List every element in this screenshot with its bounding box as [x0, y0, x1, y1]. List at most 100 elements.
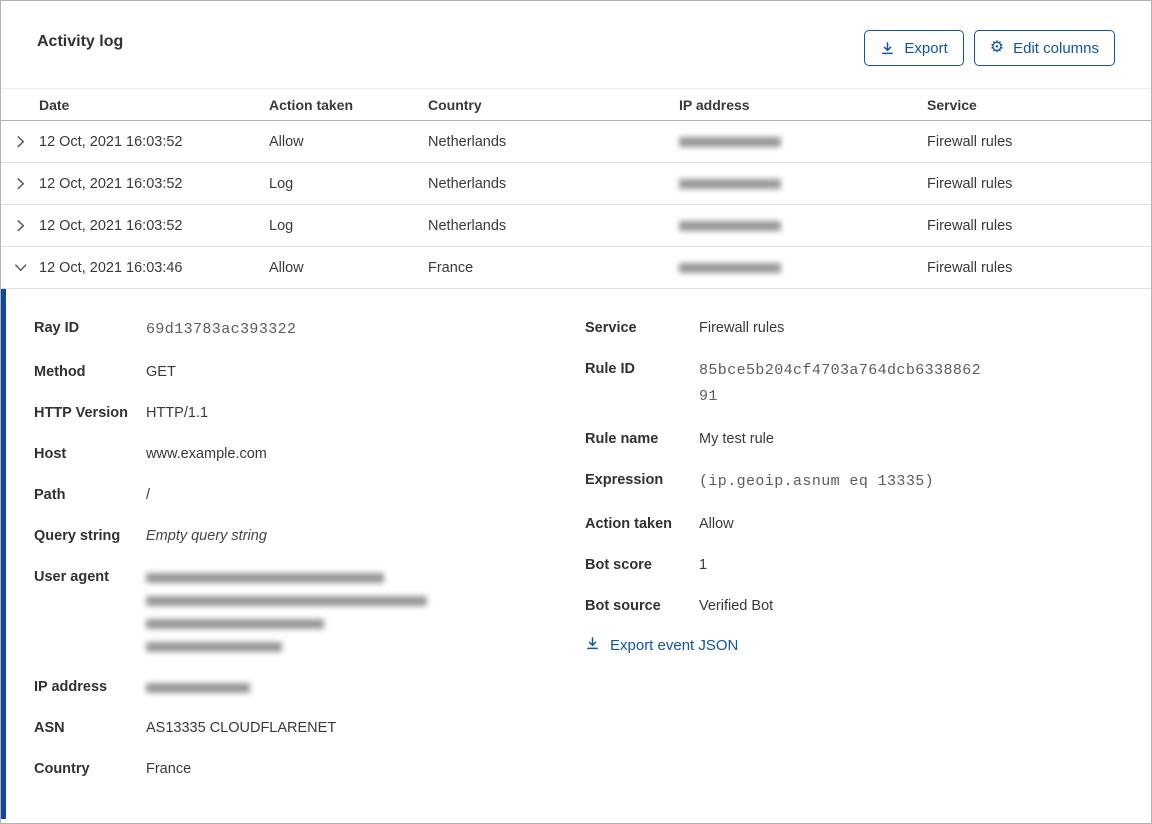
export-event-json-label: Export event JSON [610, 637, 739, 654]
row-country: Netherlands [428, 175, 507, 192]
row-date: 12 Oct, 2021 16:03:46 [39, 259, 183, 276]
detail-label: Rule name [585, 431, 659, 447]
row-service: Firewall rules [927, 259, 1013, 276]
detail-label: Path [34, 487, 66, 503]
detail-row: Rule ID 85bce5b204cf4703a764dcb633886291 [585, 358, 1121, 410]
detail-value: / [146, 487, 151, 503]
row-expander[interactable] [1, 176, 39, 191]
detail-label: Service [585, 320, 637, 336]
column-header-service: Service [927, 96, 977, 113]
detail-row: Method GET [34, 361, 585, 384]
chevron-right-icon[interactable] [13, 218, 28, 233]
detail-row: Ray ID 69d13783ac393322 [34, 317, 585, 343]
detail-value-redacted [146, 566, 427, 658]
redacted-text-line [146, 635, 427, 658]
page-title: Activity log [37, 33, 124, 50]
column-header-date: Date [39, 96, 70, 113]
export-event-json-link[interactable]: Export event JSON [585, 636, 738, 655]
row-action: Log [269, 175, 294, 192]
activity-log-panel: Activity log Export ⚙ Edit columns Date … [0, 0, 1152, 824]
detail-label: Host [34, 446, 67, 462]
detail-value: France [146, 761, 192, 777]
detail-label: Query string [34, 528, 121, 544]
row-date: 12 Oct, 2021 16:03:52 [39, 175, 183, 192]
row-country: France [428, 259, 474, 276]
detail-value: 69d13783ac393322 [146, 321, 297, 338]
column-header-ip: IP address [679, 96, 750, 113]
detail-label: Rule ID [585, 361, 635, 377]
table-row[interactable]: 12 Oct, 2021 16:03:52 Log Netherlands Fi… [1, 163, 1151, 205]
edit-columns-button[interactable]: ⚙ Edit columns [973, 30, 1115, 66]
detail-label: User agent [34, 569, 109, 585]
redacted-ip [679, 136, 781, 147]
detail-row: Rule name My test rule [585, 428, 1121, 451]
row-service: Firewall rules [927, 133, 1013, 150]
table-header: Date Action taken Country IP address Ser… [1, 88, 1151, 121]
redacted-text-line [146, 589, 427, 612]
row-action: Allow [269, 133, 304, 150]
detail-row: Path / [34, 484, 585, 507]
event-details: Ray ID 69d13783ac393322 Method GET HTTP … [1, 289, 1151, 819]
details-right-column: Service Firewall rules Rule ID 85bce5b20… [585, 317, 1121, 819]
chevron-right-icon[interactable] [13, 134, 28, 149]
detail-row: ASN AS13335 CLOUDFLARENET [34, 717, 585, 740]
detail-row: Action taken Allow [585, 513, 1121, 536]
detail-label: Bot score [585, 557, 652, 573]
redacted-text-line [146, 676, 250, 699]
toolbar: Export ⚙ Edit columns [864, 30, 1115, 66]
chevron-down-icon[interactable] [13, 260, 28, 275]
detail-label: HTTP Version [34, 405, 129, 421]
detail-row: Host www.example.com [34, 443, 585, 466]
row-date: 12 Oct, 2021 16:03:52 [39, 133, 183, 150]
detail-label: Bot source [585, 598, 661, 614]
detail-value: GET [146, 364, 176, 380]
detail-row: Bot score 1 [585, 554, 1121, 577]
detail-label: Country [34, 761, 90, 777]
detail-value: Empty query string [146, 528, 267, 544]
detail-row: IP address [34, 676, 585, 699]
detail-row: Query string Empty query string [34, 525, 585, 548]
detail-row: Service Firewall rules [585, 317, 1121, 340]
detail-row: User agent [34, 566, 585, 658]
table-row[interactable]: 12 Oct, 2021 16:03:46 Allow France Firew… [1, 247, 1151, 289]
row-ip [679, 262, 927, 273]
row-date: 12 Oct, 2021 16:03:52 [39, 217, 183, 234]
export-button-label: Export [904, 39, 948, 57]
export-button[interactable]: Export [864, 30, 964, 66]
row-expander[interactable] [1, 260, 39, 275]
table-row[interactable]: 12 Oct, 2021 16:03:52 Log Netherlands Fi… [1, 205, 1151, 247]
column-header-action: Action taken [269, 96, 354, 113]
download-icon [880, 41, 895, 56]
row-service: Firewall rules [927, 217, 1013, 234]
chevron-right-icon[interactable] [13, 176, 28, 191]
detail-value: My test rule [699, 431, 774, 447]
row-action: Log [269, 217, 294, 234]
detail-value: 85bce5b204cf4703a764dcb633886291 [699, 362, 982, 405]
column-header-country: Country [428, 96, 482, 113]
gear-icon: ⚙ [989, 39, 1005, 56]
redacted-ip [679, 262, 781, 273]
row-service: Firewall rules [927, 175, 1013, 192]
detail-label: Ray ID [34, 320, 80, 336]
detail-label: Expression [585, 472, 664, 488]
detail-value: (ip.geoip.asnum eq 13335) [699, 473, 935, 490]
detail-label: Method [34, 364, 86, 380]
redacted-text-line [146, 612, 427, 635]
detail-value-redacted [146, 676, 250, 699]
edit-columns-label: Edit columns [1013, 39, 1099, 57]
table-row[interactable]: 12 Oct, 2021 16:03:52 Allow Netherlands … [1, 121, 1151, 163]
row-action: Allow [269, 259, 304, 276]
redacted-ip [679, 178, 781, 189]
detail-row: Country France [34, 758, 585, 781]
row-ip [679, 178, 927, 189]
detail-value: HTTP/1.1 [146, 405, 209, 421]
detail-value: Firewall rules [699, 320, 785, 336]
details-right-rows: Service Firewall rules Rule ID 85bce5b20… [585, 317, 1121, 618]
row-expander[interactable] [1, 134, 39, 149]
detail-row: Bot source Verified Bot [585, 595, 1121, 618]
row-ip [679, 136, 927, 147]
row-expander[interactable] [1, 218, 39, 233]
download-icon [585, 636, 600, 655]
detail-label: IP address [34, 679, 108, 695]
detail-label: ASN [34, 720, 65, 736]
